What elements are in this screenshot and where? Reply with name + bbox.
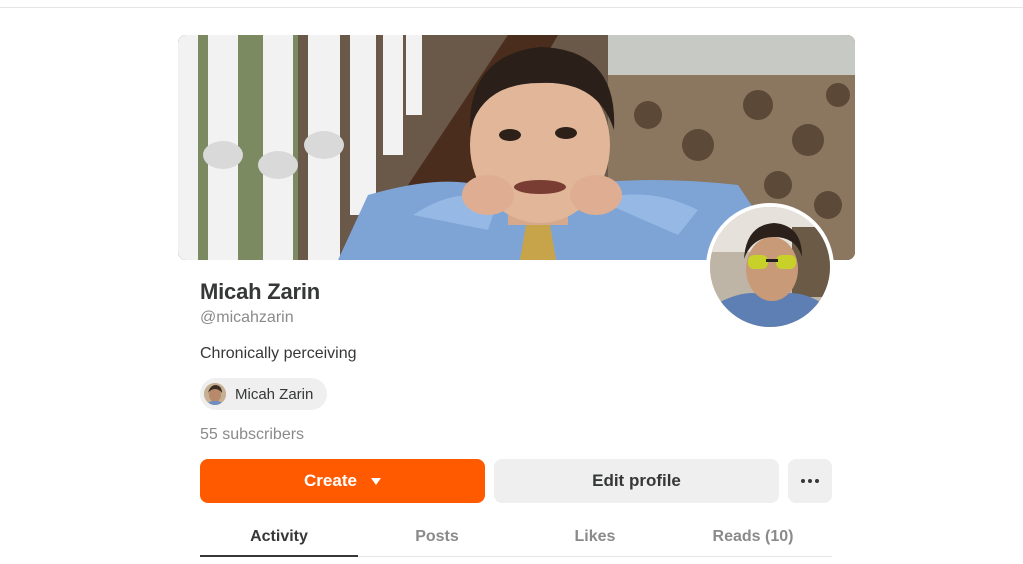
publication-chip[interactable]: Micah Zarin [200, 378, 328, 410]
tab-activity[interactable]: Activity [200, 517, 358, 557]
tab-activity-label: Activity [250, 527, 308, 545]
more-options-button[interactable] [788, 459, 832, 503]
tab-posts[interactable]: Posts [358, 517, 516, 556]
chip-label: Micah Zarin [235, 385, 314, 403]
tab-likes-label: Likes [574, 527, 616, 545]
tab-likes[interactable]: Likes [516, 517, 674, 556]
create-button-label: Create [304, 471, 357, 490]
profile-tabs: Activity Posts Likes Reads (10) [200, 517, 832, 557]
edit-profile-label: Edit profile [592, 471, 681, 490]
profile-avatar[interactable] [706, 203, 834, 331]
subscriber-count[interactable]: 55 subscribers [200, 426, 304, 444]
create-button[interactable]: Create [200, 459, 485, 503]
profile-bio: Chronically perceiving [200, 345, 357, 362]
edit-profile-button[interactable]: Edit profile [494, 459, 779, 503]
profile-name: Micah Zarin [200, 279, 321, 304]
ellipsis-icon [801, 479, 819, 483]
caret-down-icon [370, 478, 381, 485]
profile-handle: @micahzarin [200, 309, 294, 326]
tab-reads[interactable]: Reads (10) [674, 517, 832, 556]
tab-reads-label: Reads (10) [712, 527, 794, 545]
tab-posts-label: Posts [415, 527, 459, 545]
top-divider [0, 7, 1023, 8]
chip-avatar [204, 383, 226, 405]
